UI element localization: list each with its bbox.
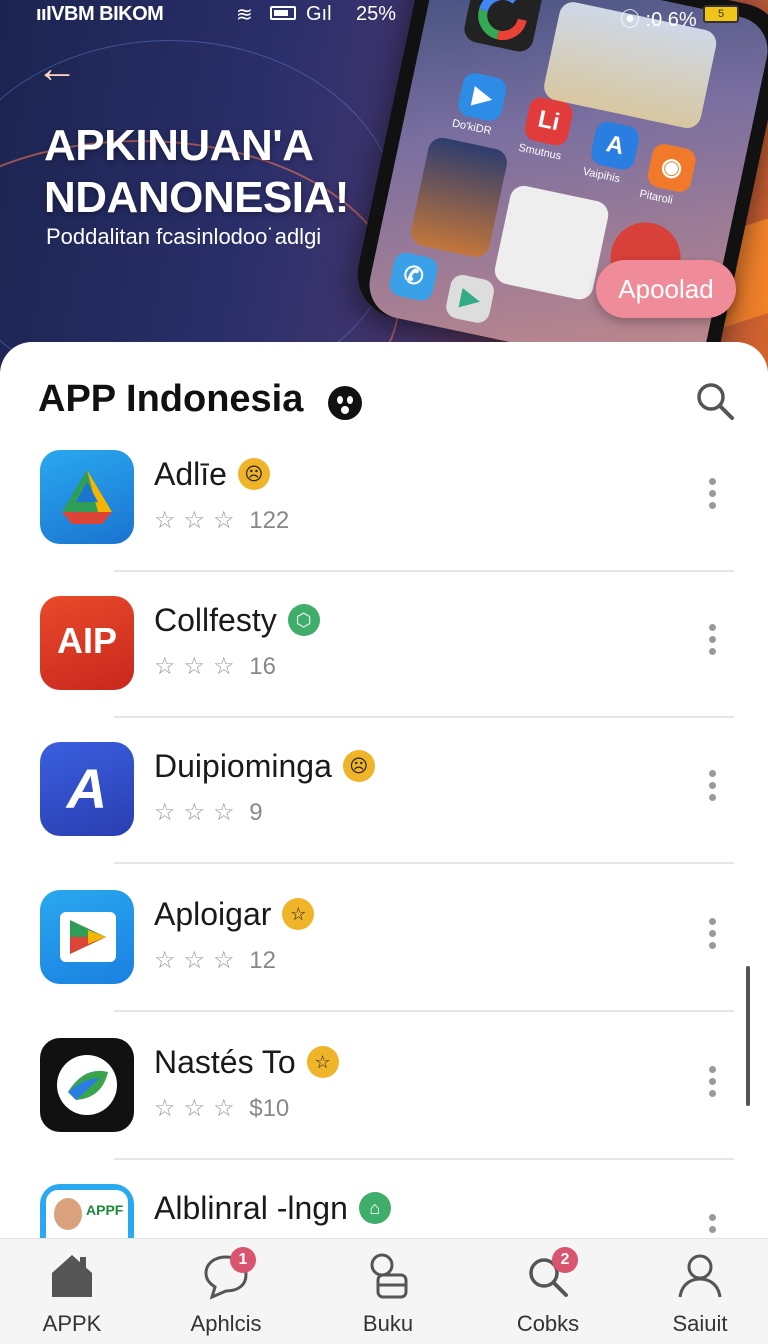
- nav-label: Saiuit: [672, 1311, 728, 1336]
- signal-label: Gıl: [306, 3, 332, 25]
- rating-stars: ☆☆☆: [154, 507, 243, 534]
- rating-stars: ☆☆☆: [154, 947, 243, 974]
- drive-app-icon: [40, 450, 134, 544]
- app-name: Aploigar ☆: [154, 896, 315, 933]
- nav-item-buku[interactable]: Buku: [328, 1249, 448, 1339]
- nav-label: Aphlcis: [190, 1311, 262, 1336]
- app-name: Collfesty ⬡: [154, 602, 320, 639]
- back-arrow-icon[interactable]: ←: [36, 47, 80, 90]
- app-icon-red: Li: [522, 95, 575, 148]
- more-options-icon[interactable]: [702, 624, 722, 664]
- battery-icon: [270, 6, 296, 20]
- list-item[interactable]: A Duipiominga ☹ ☆☆☆ 9: [0, 742, 768, 888]
- app-list-sheet: APP Indonesia Adlīe ☹ ☆☆☆ 122 AIP Collfe…: [0, 342, 768, 1344]
- hexagon-badge-icon: ⬡: [287, 603, 320, 636]
- app-icon-a: A: [589, 119, 642, 172]
- play-app-icon: [40, 890, 134, 984]
- more-options-icon[interactable]: [702, 1066, 722, 1106]
- surprised-emoji-icon: [328, 386, 362, 420]
- leaf-app-icon: [40, 1038, 134, 1132]
- chat-bubble-icon: 1: [200, 1247, 256, 1301]
- star-badge-icon: ☆: [306, 1045, 339, 1078]
- hero-subtitle: Poddalitan fcasinlodoo˙adlgi: [46, 224, 322, 249]
- app-rating: ☆☆☆ 9: [154, 798, 263, 827]
- alarm-status: ⦿ :0 6%: [620, 9, 697, 31]
- search-icon[interactable]: [694, 380, 736, 422]
- app-rating: ☆☆☆ 16: [154, 652, 276, 681]
- nav-item-home[interactable]: APPK: [12, 1249, 132, 1339]
- row-divider: [114, 1158, 734, 1160]
- download-button[interactable]: Apoolad: [596, 260, 736, 318]
- nav-label: APPK: [42, 1311, 102, 1336]
- rating-count: 16: [249, 653, 276, 680]
- notification-badge: 2: [552, 1247, 578, 1273]
- rating-stars: ☆☆☆: [154, 653, 243, 680]
- play-store-icon: ▶: [443, 272, 497, 325]
- row-divider: [114, 570, 734, 572]
- rating-count: 12: [249, 947, 276, 974]
- app-rating: ☆☆☆ $10: [154, 1094, 289, 1123]
- scrollbar-thumb[interactable]: [746, 966, 750, 1106]
- photo-album-tile: [492, 183, 611, 302]
- more-options-icon[interactable]: [702, 478, 722, 518]
- status-bar: ııIVBM BIKOM ≋ Gıl 25% ⦿ :0 6% 5: [0, 0, 768, 31]
- bag-icon: [362, 1249, 414, 1301]
- rating-count: $10: [249, 1095, 290, 1122]
- battery-charging-icon: 5: [703, 5, 739, 23]
- aip-app-icon: AIP: [40, 596, 134, 690]
- notification-badge: 1: [230, 1247, 256, 1273]
- phone-app-label: Pitaroli: [638, 187, 674, 207]
- list-title: APP Indonesia: [38, 378, 304, 420]
- more-options-icon[interactable]: [702, 918, 722, 958]
- search-icon: 2: [522, 1247, 578, 1301]
- more-options-icon[interactable]: [702, 770, 722, 810]
- home-icon: [46, 1249, 98, 1301]
- list-item[interactable]: Aploigar ☆ ☆☆☆ 12: [0, 890, 768, 1036]
- app-rating: ☆☆☆ 12: [154, 946, 276, 975]
- app-name: Nastés To ☆: [154, 1044, 339, 1081]
- house-badge-icon: ⌂: [358, 1191, 391, 1224]
- phone-app-label: Vaipihis: [581, 165, 622, 186]
- nav-label: Cobks: [516, 1311, 580, 1336]
- app-name: Duipiominga ☹: [154, 748, 375, 785]
- rating-stars: ☆☆☆: [154, 1095, 243, 1122]
- battery-percent: 25%: [356, 3, 397, 25]
- app-icon-orange: ◉: [645, 141, 698, 195]
- phone-call-icon: ✆: [387, 250, 440, 303]
- appf-icon-text: APPF: [86, 1202, 124, 1218]
- a-letter-app-icon: A: [40, 742, 134, 836]
- profile-icon: [674, 1249, 726, 1301]
- a-icon-text: A: [66, 757, 108, 820]
- sad-face-badge-icon: ☹: [237, 457, 270, 490]
- aip-icon-text: AIP: [56, 620, 117, 661]
- list-item[interactable]: Nastés To ☆ ☆☆☆ $10: [0, 1038, 768, 1184]
- sad-face-badge-icon: ☹: [342, 749, 375, 782]
- rating-stars: ☆☆☆: [154, 799, 243, 826]
- app-icon-blue: ▶: [456, 70, 509, 124]
- hero-banner: ▶ Li A ◉ Do'kiDR Smutnus Vaipihis Pitaro…: [0, 0, 768, 372]
- nav-label: Buku: [362, 1311, 414, 1336]
- rating-count: 122: [249, 507, 290, 534]
- app-rating: ☆☆☆ 122: [154, 506, 289, 535]
- rating-count: 9: [249, 799, 263, 826]
- carrier-label: ııIVBM BIKOM: [36, 3, 164, 25]
- list-item[interactable]: AIP Collfesty ⬡ ☆☆☆ 16: [0, 596, 768, 742]
- nav-item-profile[interactable]: Saiuit: [640, 1249, 760, 1339]
- app-name: Alblinral -lngn ⌂: [154, 1190, 391, 1227]
- nav-item-chat[interactable]: 1 Aphlcis: [166, 1247, 286, 1339]
- hero-title: APKINUAN'A NDANONESIA!: [44, 121, 349, 222]
- wifi-icon: ≋: [236, 4, 253, 26]
- app-name: Adlīe ☹: [154, 456, 270, 493]
- list-item[interactable]: Adlīe ☹ ☆☆☆ 122: [0, 450, 768, 596]
- row-divider: [114, 1010, 734, 1012]
- star-badge-icon: ☆: [282, 897, 315, 930]
- row-divider: [114, 862, 734, 864]
- row-divider: [114, 716, 734, 718]
- nav-item-search[interactable]: 2 Cobks: [488, 1247, 608, 1339]
- bottom-nav: APPK 1 Aphlcis Buku 2 Cobks Saiuit: [0, 1238, 768, 1344]
